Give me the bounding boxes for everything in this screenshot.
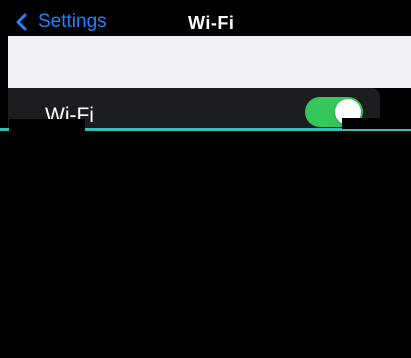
navigation-bar: Settings Wi-Fi (0, 0, 411, 36)
separator-gap-right (342, 118, 411, 129)
content-area: Wi-Fi (8, 36, 411, 358)
back-button[interactable]: Settings (14, 10, 107, 34)
settings-screen: Settings Wi-Fi Wi-Fi (0, 0, 411, 358)
back-label: Settings (38, 11, 107, 32)
page-title: Wi-Fi (188, 13, 235, 33)
chevron-left-icon (16, 13, 27, 31)
group-header-background (8, 36, 411, 88)
separator-gap-left (9, 119, 85, 131)
